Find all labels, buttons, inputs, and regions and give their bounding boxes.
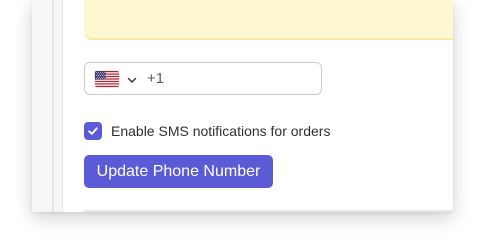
- sms-notifications-row: Enable SMS notifications for orders: [84, 122, 330, 140]
- us-flag-icon[interactable]: [95, 71, 119, 87]
- screen: +1 Enable SMS notifications for orders U…: [0, 0, 485, 244]
- chevron-down-icon[interactable]: [126, 73, 138, 85]
- settings-panel: +1 Enable SMS notifications for orders U…: [32, 0, 453, 212]
- phone-number-field[interactable]: +1: [84, 62, 322, 95]
- section-divider: [84, 210, 453, 212]
- country-dial-code: +1: [147, 70, 165, 87]
- rail-divider: [52, 0, 54, 212]
- update-phone-number-button[interactable]: Update Phone Number: [84, 155, 273, 188]
- sms-notifications-checkbox[interactable]: [84, 122, 102, 140]
- phone-input[interactable]: [165, 67, 319, 93]
- checkmark-icon: [88, 127, 98, 135]
- left-rail: [32, 0, 63, 212]
- notice-banner: [84, 0, 453, 40]
- sms-notifications-label[interactable]: Enable SMS notifications for orders: [111, 122, 330, 140]
